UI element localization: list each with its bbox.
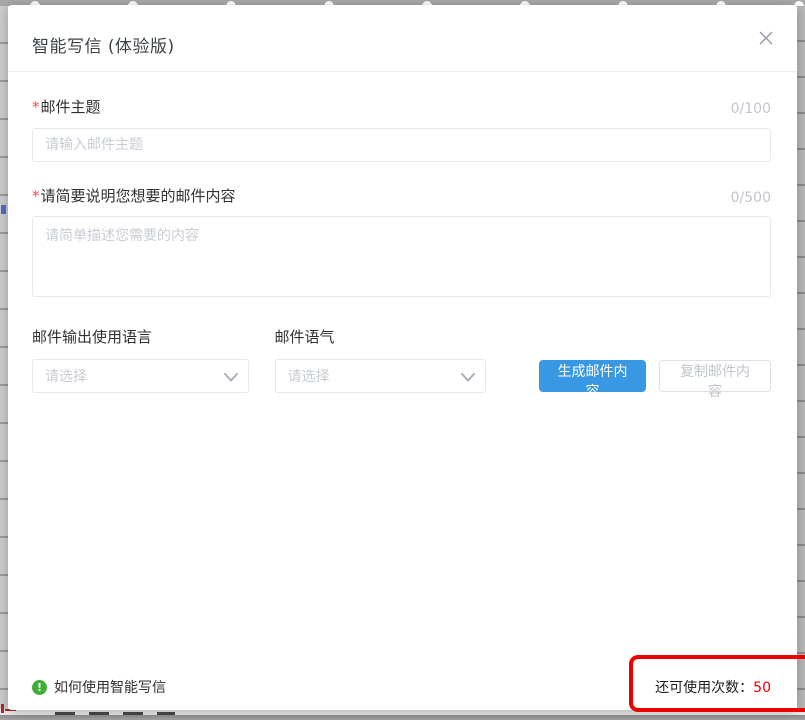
subject-char-counter: 0/100: [731, 101, 771, 117]
required-mark: *: [32, 98, 40, 116]
background-bottom-dashes: [55, 712, 175, 715]
dialog-header: 智能写信 (体验版): [8, 5, 797, 72]
brief-char-counter: 0/500: [731, 190, 771, 206]
close-button[interactable]: [755, 29, 777, 51]
background-right-strip: [797, 6, 805, 712]
subject-input[interactable]: [32, 128, 771, 162]
usage-remaining: 还可使用次数：50: [655, 677, 771, 697]
background-left-strip: [0, 6, 8, 712]
tone-select-value: 请选择: [288, 366, 330, 386]
background-left-mark: [1, 205, 6, 214]
language-field: 邮件输出使用语言 请选择: [32, 326, 249, 393]
usage-remaining-count: 50: [753, 680, 771, 696]
subject-label: *邮件主题: [32, 96, 101, 117]
chevron-down-icon: [224, 367, 238, 386]
background-bottom-dark-strip: [0, 715, 805, 720]
tone-select[interactable]: 请选择: [275, 359, 487, 393]
info-icon: !: [32, 680, 47, 695]
generate-content-button[interactable]: 生成邮件内容: [539, 360, 646, 392]
smart-write-dialog: 智能写信 (体验版) *邮件主题 0/100: [8, 5, 797, 710]
language-select[interactable]: 请选择: [32, 359, 249, 393]
dialog-title: 智能写信 (体验版): [32, 32, 175, 57]
language-select-value: 请选择: [45, 366, 87, 386]
dialog-footer: ! 如何使用智能写信 还可使用次数：50: [32, 677, 771, 697]
how-to-use-link[interactable]: ! 如何使用智能写信: [32, 677, 166, 697]
options-row: 邮件输出使用语言 请选择 邮件语气 请选择: [32, 326, 771, 393]
copy-content-button[interactable]: 复制邮件内容: [659, 360, 771, 392]
subject-field-header: *邮件主题 0/100: [32, 96, 771, 117]
close-icon: [757, 29, 775, 51]
action-buttons: 生成邮件内容 复制邮件内容: [539, 360, 771, 392]
dialog-body: *邮件主题 0/100 *请简要说明您想要的邮件内容 0/500 邮件输出使用语…: [32, 72, 771, 393]
brief-label: *请简要说明您想要的邮件内容: [32, 185, 236, 206]
language-label: 邮件输出使用语言: [32, 326, 249, 347]
screen: 智能写信 (体验版) *邮件主题 0/100: [0, 0, 805, 720]
required-mark: *: [32, 187, 40, 205]
chevron-down-icon: [461, 367, 475, 386]
brief-textarea[interactable]: [32, 216, 771, 297]
brief-field-header: *请简要说明您想要的邮件内容 0/500: [32, 185, 771, 206]
usage-remaining-label: 还可使用次数：: [655, 680, 753, 696]
tone-field: 邮件语气 请选择: [275, 326, 487, 393]
how-to-use-label: 如何使用智能写信: [54, 677, 166, 697]
tone-label: 邮件语气: [275, 326, 487, 347]
